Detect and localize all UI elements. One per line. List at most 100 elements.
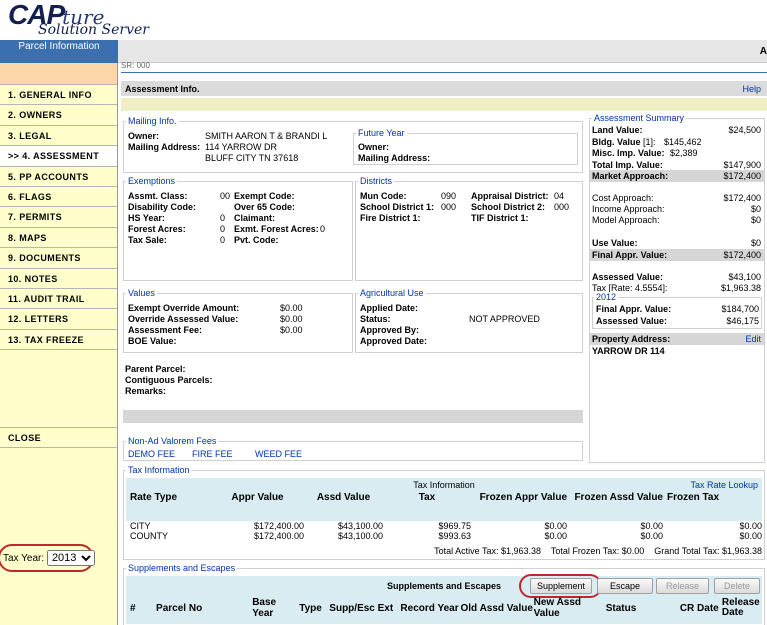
market-approach-row: Market Approach: $172,400 xyxy=(590,170,764,182)
agricultural-use-group: Agricultural Use Applied Date: Status: N… xyxy=(355,288,583,353)
prior-final-appr-value: $184,700 xyxy=(721,304,759,314)
sidebar-item-1[interactable]: 1. GENERAL INFO xyxy=(0,85,117,106)
assmt-class-value: 00 xyxy=(220,191,231,201)
supp-col-type: Type xyxy=(299,602,322,614)
contiguous-parcels-label: Contiguous Parcels: xyxy=(125,375,213,385)
parent-parcel-label: Parent Parcel: xyxy=(125,364,186,374)
applied-date-label: Applied Date: xyxy=(360,303,419,313)
school-district-2-value: 000 xyxy=(554,202,570,212)
top-right-text: A xyxy=(759,46,767,57)
school-district-1-value: 000 xyxy=(441,202,457,212)
assessment-fee-value: $0.00 xyxy=(280,325,303,335)
sidebar-item-12[interactable]: 12. LETTERS xyxy=(0,309,117,330)
col-frozen-appr: Frozen Appr Value xyxy=(479,492,567,503)
supplements-legend: Supplements and Escapes xyxy=(126,563,238,573)
release-button[interactable]: Release xyxy=(656,578,709,594)
tax-cell: $43,100.00 xyxy=(337,531,383,541)
top-bar: Parcel Information A xyxy=(0,40,767,63)
forest-acres-label: Forest Acres: xyxy=(128,224,186,234)
exemptions-legend: Exemptions xyxy=(126,176,178,186)
sidebar-item-9[interactable]: 9. DOCUMENTS xyxy=(0,248,117,269)
tax-table-header: Rate Type Appr Value Assd Value Tax Froz… xyxy=(126,492,762,503)
delete-button[interactable]: Delete xyxy=(714,578,760,594)
remarks-bar xyxy=(123,410,583,423)
hs-year-value: 0 xyxy=(220,213,226,223)
approved-by-label: Approved By: xyxy=(360,325,420,335)
sidebar-item-7[interactable]: 7. PERMITS xyxy=(0,207,117,228)
col-assd-value: Assd Value xyxy=(316,492,371,503)
tax-table-area: Tax Information Tax Rate Lookup Rate Typ… xyxy=(126,478,762,521)
supp-col-status: Status xyxy=(605,602,637,614)
future-address-label: Mailing Address: xyxy=(358,153,431,163)
total-imp-label: Total Imp. Value: xyxy=(592,160,663,170)
assessment-summary-legend: Assessment Summary xyxy=(592,113,687,123)
property-address-label: Property Address: xyxy=(592,334,671,344)
tif-district-label: TIF District 1: xyxy=(471,213,529,223)
fire-fee-link[interactable]: FIRE FEE xyxy=(192,449,233,459)
edit-address-link[interactable]: Edit xyxy=(745,334,761,344)
use-value: $0 xyxy=(750,238,761,248)
remarks-label: Remarks: xyxy=(125,386,167,396)
sidebar-item-6[interactable]: 6. FLAGS xyxy=(0,186,117,208)
tax-year-select[interactable]: 2013 xyxy=(46,550,95,566)
supplements-table-area: Supplements and Escapes Supplement Escap… xyxy=(126,574,762,624)
parcel-information-tab[interactable]: Parcel Information xyxy=(0,40,118,63)
boe-value-label: BOE Value: xyxy=(128,336,177,346)
override-assessed-label: Override Assessed Value: xyxy=(128,314,239,324)
tax-year-label: Tax Year: xyxy=(3,553,45,564)
sidebar-item-11[interactable]: 11. AUDIT TRAIL xyxy=(0,288,117,310)
income-approach-label: Income Approach: xyxy=(592,204,665,214)
mun-code-label: Mun Code: xyxy=(360,191,407,201)
sidebar-item-3[interactable]: 3. LEGAL xyxy=(0,125,117,147)
fire-district-1-label: Fire District 1: xyxy=(360,213,421,223)
supp-col-cr-date: CR Date xyxy=(679,602,719,614)
agri-status-value: NOT APPROVED xyxy=(469,314,540,324)
market-approach-value: $172,400 xyxy=(723,171,761,181)
escape-button[interactable]: Escape xyxy=(597,578,653,594)
land-value-label: Land Value: xyxy=(592,125,643,135)
over-65-code-label: Over 65 Code: xyxy=(234,202,296,212)
sr-code: SR: 000 xyxy=(121,61,150,70)
property-address-row: Property Address: Edit xyxy=(590,333,764,345)
help-link[interactable]: Help xyxy=(742,84,761,94)
tax-cell: $993.63 xyxy=(438,531,471,541)
close-button[interactable]: CLOSE xyxy=(0,427,118,448)
supplements-group: Supplements and Escapes Supplements and … xyxy=(123,563,765,625)
mailing-address-line1: 114 YARROW DR xyxy=(205,142,278,152)
tax-table: Rate Type Appr Value Assd Value Tax Froz… xyxy=(126,492,762,503)
owner-value: SMITH AARON T & BRANDI L xyxy=(205,131,328,141)
misc-imp-value: $2,389 xyxy=(670,148,698,158)
tax-rate-lookup-link[interactable]: Tax Rate Lookup xyxy=(690,480,758,490)
supplements-header: # Parcel No Base Year Type Supp/Esc Ext … xyxy=(126,597,762,619)
tax-row: COUNTY $172,400.00 $43,100.00 $993.63 $0.00 $… xyxy=(126,531,762,541)
header-rule xyxy=(121,72,767,73)
sidebar-item-4[interactable]: >> 4. ASSESSMENT xyxy=(0,146,117,167)
demo-fee-link[interactable]: DEMO FEE xyxy=(128,449,175,459)
supp-col-release-date: Release Date xyxy=(721,597,760,618)
mailing-address-label: Mailing Address: xyxy=(128,142,201,152)
assessment-subbar xyxy=(121,98,767,111)
main-content: SR: 000 Assessment Info. Help Mailing In… xyxy=(121,61,767,625)
final-appr-label: Final Appr. Value: xyxy=(592,250,668,260)
sidebar-item-5[interactable]: 5. PP ACCOUNTS xyxy=(0,166,117,187)
districts-legend: Districts xyxy=(358,176,394,186)
weed-fee-link[interactable]: WEED FEE xyxy=(255,449,302,459)
col-frozen-assd: Frozen Assd Value xyxy=(574,492,663,503)
districts-group: Districts Mun Code: 090 School District … xyxy=(355,176,583,281)
mailing-address-line2: BLUFF CITY TN 37618 xyxy=(205,153,299,163)
school-district-1-label: School District 1: xyxy=(360,202,435,212)
sidebar-item-8[interactable]: 8. MAPS xyxy=(0,227,117,249)
tax-value: $1,963.38 xyxy=(720,283,761,293)
exempt-override-label: Exempt Override Amount: xyxy=(128,303,240,313)
sidebar-item-2[interactable]: 2. OWNERS xyxy=(0,105,117,126)
supp-col-parcel-no: Parcel No xyxy=(156,602,203,614)
model-approach-label: Model Approach: xyxy=(592,215,660,225)
tax-table-title: Tax Information xyxy=(413,480,475,490)
tax-totals: Total Active Tax: $1,963.38 Total Frozen… xyxy=(434,546,762,556)
col-tax: Tax xyxy=(418,492,436,503)
land-value: $24,500 xyxy=(728,125,761,135)
tax-cell: $0.00 xyxy=(640,521,663,531)
sidebar-item-10[interactable]: 10. NOTES xyxy=(0,268,117,289)
tax-cell: COUNTY xyxy=(130,531,168,541)
sidebar-item-13[interactable]: 13. TAX FREEZE xyxy=(0,329,117,351)
